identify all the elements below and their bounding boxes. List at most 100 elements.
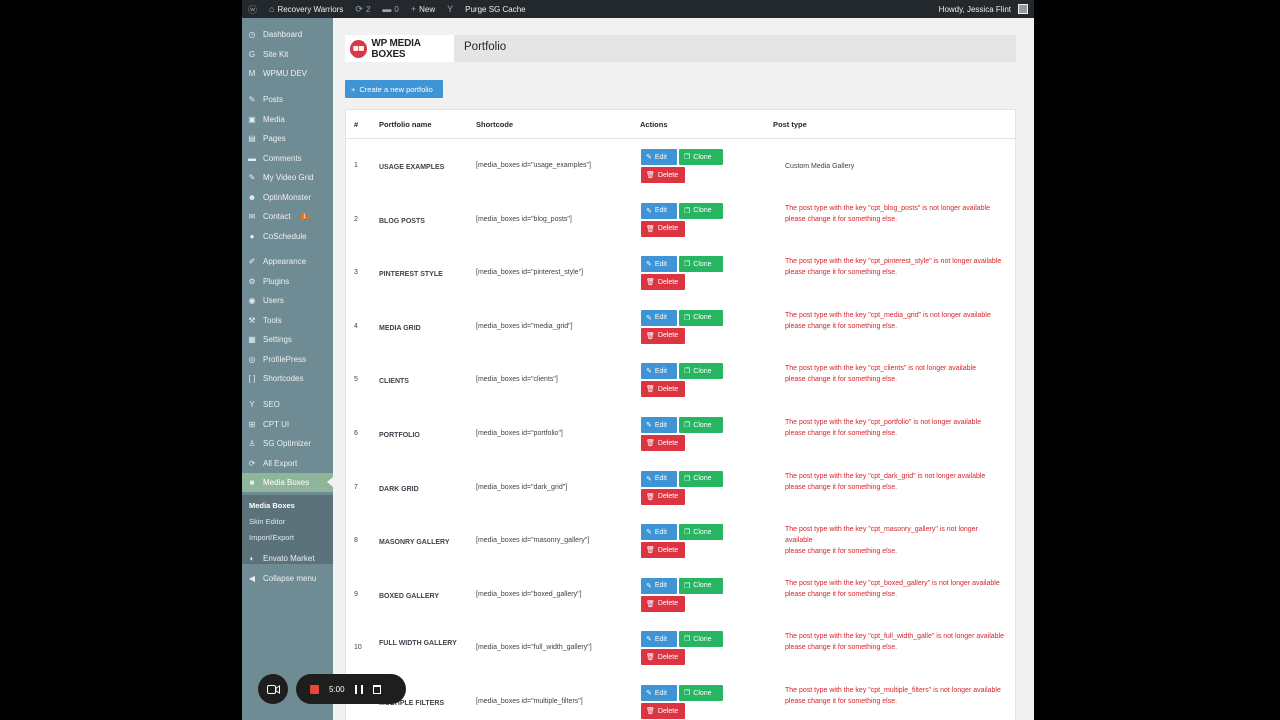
sidebar-item-comments[interactable]: ▬ Comments (242, 149, 333, 168)
sidebar-item-appearance[interactable]: ✐ Appearance (242, 252, 333, 271)
clone-button[interactable]: ❐ Clone (679, 577, 723, 594)
pause-recording-button[interactable] (354, 684, 363, 694)
clone-button[interactable]: ❐ Clone (679, 363, 723, 380)
clone-button[interactable]: ❐ Clone (679, 256, 723, 273)
updates-link[interactable]: ⟳ 2 (349, 0, 376, 18)
wordpress-logo[interactable]: ⓦ (242, 0, 263, 18)
admin-bar: ⓦ ⌂ Recovery Warriors ⟳ 2 ▬ 0 + New Y Purge … (242, 0, 1034, 18)
sidebar-item-envato-market[interactable]: ◐ Envato Market (242, 549, 333, 568)
post-type-error: The post type with the key "cpt_dark_gri… (785, 471, 1007, 493)
edit-button[interactable]: ✎ Edit (641, 417, 677, 433)
clone-button[interactable]: ❐ Clone (679, 631, 723, 648)
sidebar-item-plugins[interactable]: ⚙ Plugins (242, 272, 333, 291)
sidebar-item-my-video-grid[interactable]: ✎ My Video Grid (242, 168, 333, 187)
clone-button[interactable]: ❐ Clone (679, 149, 723, 165)
comments-icon: ▬ (248, 153, 256, 163)
camera-icon (266, 684, 280, 694)
delete-button[interactable]: 🗑 Delete (641, 435, 685, 451)
sidebar-item-optinmonster[interactable]: ☻ OptinMonster (242, 188, 333, 207)
clone-button[interactable]: ❐ Clone (679, 309, 723, 326)
sidebar-item-label: Shortcodes (263, 374, 304, 383)
edit-button[interactable]: ✎ Edit (641, 524, 677, 541)
purge-cache-link[interactable]: Purge SG Cache (459, 0, 531, 18)
sidebar-item-media[interactable]: ▣ Media (242, 110, 333, 129)
sidebar-item-settings[interactable]: ▦ Settings (242, 330, 333, 349)
sidebar-item-label: Site Kit (263, 49, 289, 59)
pencil-icon: ✎ (646, 475, 652, 483)
delete-button-label: Delete (657, 171, 679, 179)
pencil-icon: ✎ (646, 368, 652, 376)
sidebar-item-wpmu-dev[interactable]: M WPMU DEV (242, 64, 333, 83)
create-portfolio-button[interactable]: + Create a new portfolio (345, 80, 443, 98)
sidebar-item-coschedule[interactable]: ● CoSchedule (242, 227, 333, 246)
post-type-error: The post type with the key "cpt_full_wid… (785, 631, 1007, 653)
clone-button[interactable]: ❐ Clone (679, 470, 723, 487)
sidebar-item-profilepress[interactable]: ◎ ProfilePress (242, 350, 333, 369)
edit-button[interactable]: ✎ Edit (641, 631, 677, 648)
edit-button[interactable]: ✎ Edit (641, 149, 677, 165)
edit-button[interactable]: ✎ Edit (641, 363, 677, 380)
sidebar-item-tools[interactable]: ⚒ Tools (242, 311, 333, 330)
delete-button[interactable]: 🗑 Delete (641, 542, 685, 559)
delete-button[interactable]: 🗑 Delete (641, 381, 685, 398)
submenu-media-boxes[interactable]: Media Boxes (249, 501, 295, 510)
edit-button[interactable]: ✎ Edit (641, 256, 677, 273)
sidebar-item-label: Collapse menu (263, 573, 317, 583)
clone-button[interactable]: ❐ Clone (679, 417, 723, 433)
sidebar-item-dashboard[interactable]: ◷ Dashboard (242, 25, 333, 44)
pencil-icon: ✎ (646, 529, 652, 537)
submenu-import-export[interactable]: Import/Export (249, 533, 294, 542)
yoast-link[interactable]: Y (441, 0, 459, 18)
howdy-text: Howdy, Jessica Flint (938, 4, 1011, 14)
camera-toggle-button[interactable] (258, 674, 288, 704)
delete-button[interactable]: 🗑 Delete (641, 274, 685, 291)
shortcode-text: [media_boxes id="usage_examples"] (476, 162, 591, 169)
submenu-skin-editor[interactable]: Skin Editor (249, 517, 285, 526)
sidebar-item-media-boxes[interactable]: ■ Media Boxes (242, 473, 333, 492)
clone-button[interactable]: ❐ Clone (679, 524, 723, 541)
sidebar-item-pages[interactable]: ▤ Pages (242, 129, 333, 148)
clone-button[interactable]: ❐ Clone (679, 685, 723, 701)
post-type-hint: please change it for something else. (785, 322, 898, 330)
copy-icon: ❐ (684, 314, 691, 322)
sidebar-item-sg-optimizer[interactable]: ♙ SG Optimizer (242, 434, 333, 453)
sidebar-item-label: Settings (263, 335, 292, 344)
delete-button[interactable]: 🗑 Delete (641, 649, 685, 666)
delete-button[interactable]: 🗑 Delete (641, 167, 685, 183)
site-name-link[interactable]: ⌂ Recovery Warriors (263, 0, 349, 18)
edit-button[interactable]: ✎ Edit (641, 470, 677, 487)
comments-link[interactable]: ▬ 0 (376, 0, 404, 18)
delete-button[interactable]: 🗑 Delete (641, 220, 685, 237)
delete-button[interactable]: 🗑 Delete (641, 488, 685, 505)
sidebar-item-posts[interactable]: ✎ Posts (242, 90, 333, 109)
sidebar-item-contact[interactable]: ✉ Contact 1 (242, 207, 333, 226)
sidebar-item-cpt-ui[interactable]: ⊞ CPT UI (242, 415, 333, 434)
coschedule-icon: ● (249, 231, 255, 241)
sidebar-item-users[interactable]: ◉ Users (242, 291, 333, 310)
edit-button[interactable]: ✎ Edit (641, 202, 677, 219)
delete-button[interactable]: 🗑 Delete (641, 595, 685, 612)
sidebar-item-site-kit[interactable]: G Site Kit (242, 45, 333, 64)
delete-button[interactable]: 🗑 Delete (641, 703, 685, 719)
new-content-link[interactable]: + New (405, 0, 441, 18)
delete-recording-button[interactable] (372, 684, 381, 694)
edit-button-label: Edit (654, 475, 667, 483)
delete-button-label: Delete (657, 225, 679, 233)
post-type-error: The post type with the key "cpt_pinteres… (785, 256, 1007, 278)
delete-button[interactable]: 🗑 Delete (641, 327, 685, 344)
row-number: 3 (354, 269, 358, 277)
shortcode-text: [media_boxes id="boxed_gallery"] (476, 590, 582, 598)
edit-button[interactable]: ✎ Edit (641, 685, 677, 701)
sidebar-item-shortcodes[interactable]: [ ] Shortcodes (242, 369, 333, 388)
row-number: 6 (354, 430, 358, 437)
post-type-hint: please change it for something else. (785, 483, 898, 491)
stop-recording-button[interactable] (310, 684, 319, 694)
account-menu[interactable]: Howdy, Jessica Flint (933, 0, 1034, 18)
sidebar-item-label: CPT UI (263, 419, 290, 429)
sidebar-item-collapse-menu[interactable]: ◀ Collapse menu (242, 569, 333, 588)
clone-button[interactable]: ❐ Clone (679, 202, 723, 219)
sidebar-item-all-export[interactable]: ⟳ All Export (242, 454, 333, 473)
edit-button[interactable]: ✎ Edit (641, 577, 677, 594)
sidebar-item-seo[interactable]: Y SEO (242, 395, 333, 414)
edit-button[interactable]: ✎ Edit (641, 309, 677, 326)
